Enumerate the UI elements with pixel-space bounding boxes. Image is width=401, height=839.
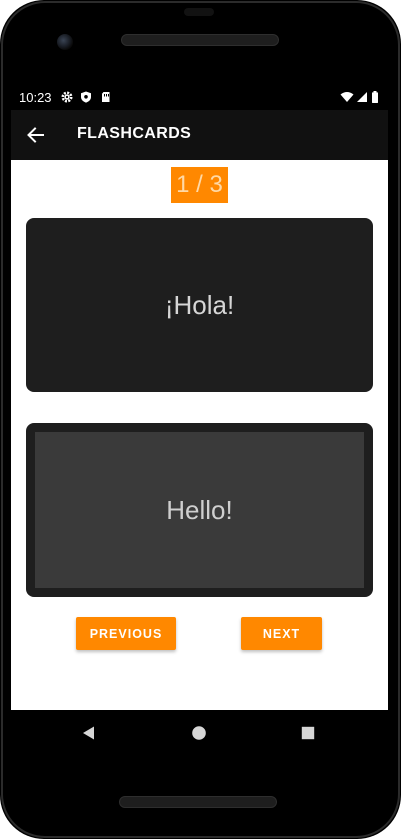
bottom-speaker — [119, 796, 277, 808]
page-title: FLASHCARDS — [77, 125, 192, 142]
flashcard-back[interactable]: Hello! — [26, 423, 373, 597]
app-screen: 10:23 FLASHCARDS 1 / 3 ¡Hola! Hello! PRE… — [11, 86, 388, 756]
arrow-left-icon[interactable] — [23, 122, 49, 148]
next-button[interactable]: NEXT — [241, 617, 322, 650]
front-camera — [57, 34, 73, 50]
square-recents-icon[interactable] — [300, 725, 316, 741]
signal-icon — [357, 92, 367, 102]
system-navigation-bar — [11, 710, 388, 756]
flashcard-back-text: Hello! — [166, 494, 233, 525]
card-counter: 1 / 3 — [171, 167, 228, 203]
app-toolbar: FLASHCARDS — [11, 110, 388, 160]
shield-icon — [81, 91, 91, 103]
triangle-back-icon[interactable] — [81, 725, 97, 741]
flashcard-back-panel: Hello! — [35, 432, 364, 588]
flashcard-front-text: ¡Hola! — [164, 289, 235, 320]
status-bar: 10:23 — [11, 86, 388, 110]
flashcard-front[interactable]: ¡Hola! — [26, 218, 373, 392]
battery-icon — [372, 91, 378, 103]
status-time: 10:23 — [19, 90, 52, 105]
earpiece-speaker — [121, 34, 279, 46]
wifi-icon — [340, 92, 354, 102]
previous-button[interactable]: PREVIOUS — [76, 617, 176, 650]
phone-device: 10:23 FLASHCARDS 1 / 3 ¡Hola! Hello! PRE… — [0, 0, 401, 839]
top-sensor-slot — [184, 8, 214, 16]
circle-home-icon[interactable] — [191, 725, 207, 741]
gear-icon — [61, 91, 73, 103]
sim-card-icon — [102, 92, 110, 102]
